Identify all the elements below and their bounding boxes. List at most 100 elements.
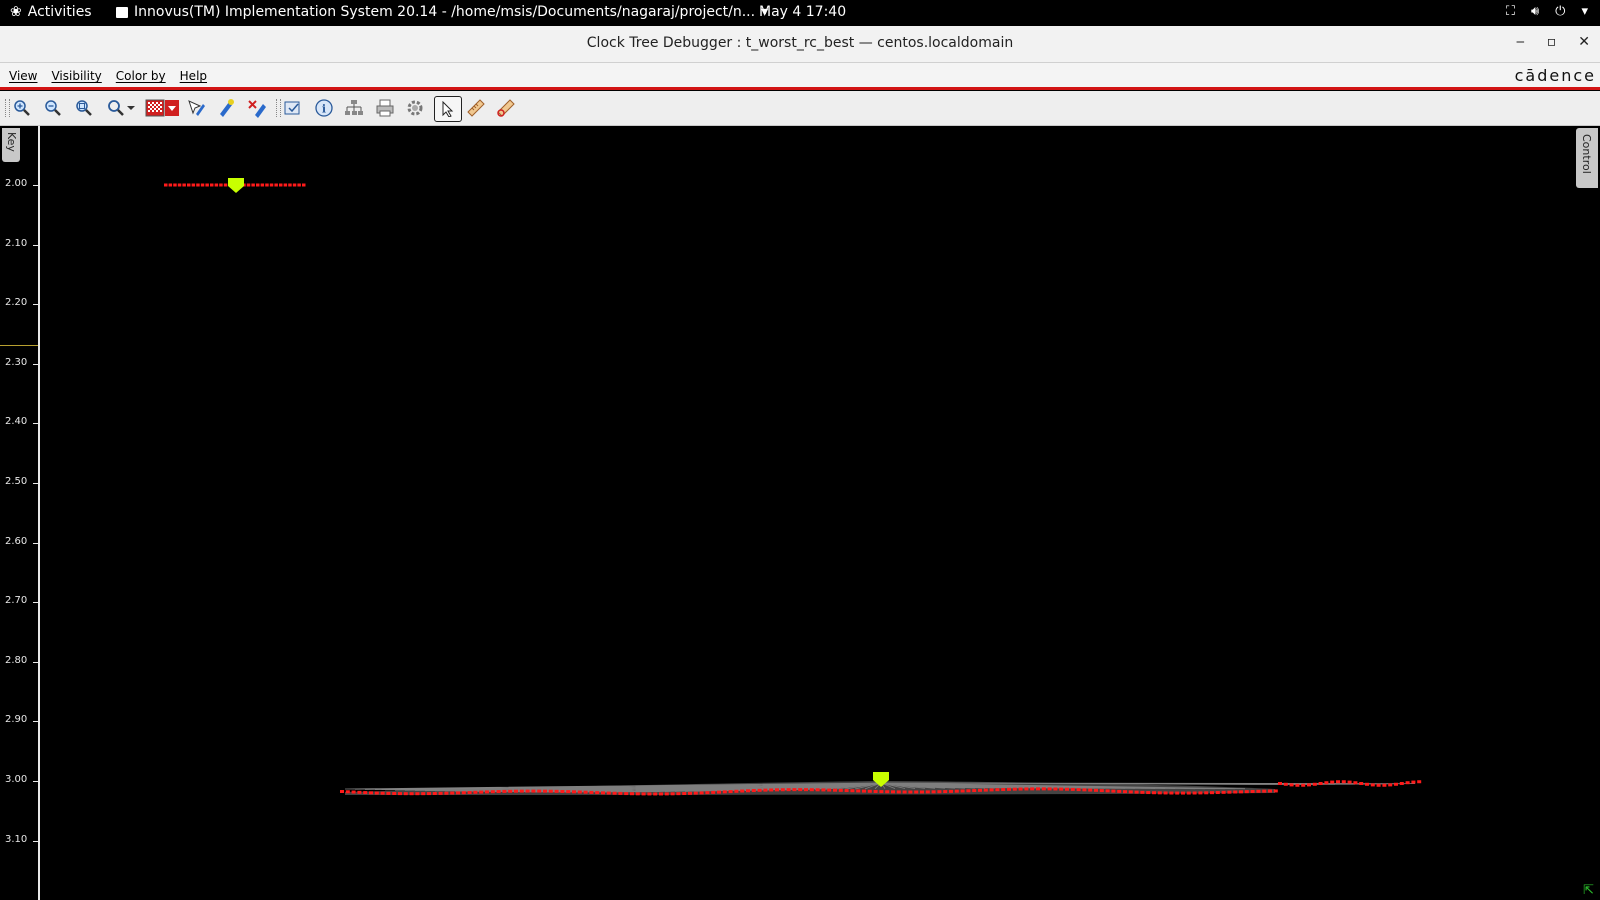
sink-point — [902, 790, 907, 794]
sink-point — [775, 788, 779, 792]
sink-point — [601, 791, 605, 795]
sink-point — [908, 790, 913, 794]
sink-point — [1047, 787, 1052, 791]
sink-point — [1388, 783, 1393, 787]
sink-point — [508, 789, 513, 793]
sink-point — [815, 788, 820, 792]
sink-point — [205, 183, 209, 187]
sink-point — [1283, 782, 1288, 786]
sink-point — [809, 788, 814, 792]
sink-point — [1157, 791, 1162, 795]
clock-tree-plot[interactable] — [40, 126, 1576, 900]
minimize-button[interactable]: ‒ — [1516, 34, 1525, 50]
sink-point — [297, 183, 301, 187]
sink-point — [432, 791, 437, 795]
pointer-icon[interactable] — [434, 96, 462, 122]
resize-corner-icon[interactable]: ⇱ — [1583, 884, 1597, 898]
sink-point — [288, 183, 292, 187]
refresh-icon[interactable] — [106, 98, 126, 118]
y-tick-label: 2.70 — [5, 595, 28, 607]
sink-point — [1076, 788, 1081, 792]
toolbar: i — [0, 91, 1600, 126]
sink-point — [838, 788, 843, 792]
info-icon[interactable]: i — [314, 98, 334, 118]
highlight-icon[interactable] — [186, 98, 206, 118]
sink-point — [177, 183, 182, 187]
sink-point — [525, 789, 530, 793]
sink-point — [519, 789, 524, 793]
sink-point — [566, 790, 571, 794]
sink-point — [260, 183, 265, 187]
sink-point — [792, 788, 797, 792]
sink-point — [856, 789, 861, 793]
sink-point — [251, 183, 255, 187]
close-button[interactable]: ✕ — [1578, 34, 1590, 50]
settings-icon[interactable] — [405, 98, 425, 118]
menu-color-by[interactable]: Color by — [116, 69, 166, 83]
zoom-in-icon[interactable] — [12, 98, 32, 118]
print-icon[interactable] — [375, 98, 395, 118]
chevron-down-icon: ▾ — [1581, 4, 1588, 19]
hierarchy-icon[interactable] — [344, 98, 364, 118]
sink-point — [1036, 787, 1040, 791]
sink-point — [1318, 781, 1323, 785]
sink-point — [1307, 783, 1311, 787]
sink-point — [786, 788, 791, 792]
y-axis-marker — [0, 345, 38, 346]
sink-point — [1227, 790, 1232, 794]
menu-help[interactable]: Help — [180, 69, 207, 83]
key-tab-label: Key — [5, 132, 18, 152]
menu-view[interactable]: View — [9, 69, 37, 83]
sink-point — [821, 788, 826, 792]
control-tab[interactable]: Control — [1576, 128, 1598, 188]
sink-point — [1094, 788, 1098, 792]
measure-icon[interactable] — [496, 98, 516, 118]
sink-point — [1146, 791, 1151, 795]
color-pattern-icon[interactable] — [145, 98, 181, 118]
y-tick-mark — [33, 840, 38, 842]
key-tab[interactable]: Key — [2, 128, 20, 162]
y-tick-mark — [33, 483, 38, 484]
app-menu[interactable]: Innovus(TM) Implementation System 20.14 … — [116, 4, 768, 20]
sink-point — [292, 183, 297, 187]
sink-point — [1341, 780, 1346, 784]
sink-point — [595, 791, 600, 795]
sink-point — [635, 792, 640, 796]
sink-point — [456, 791, 460, 795]
sink-point — [827, 788, 832, 792]
sink-point — [896, 790, 901, 794]
activities-button[interactable]: ❀ Activities — [10, 4, 92, 20]
sink-point — [191, 183, 196, 187]
y-tick-mark — [33, 185, 38, 186]
sink-point — [606, 791, 611, 795]
y-tick-mark — [33, 363, 38, 365]
sink-point — [1198, 791, 1203, 795]
sink-point — [490, 790, 495, 794]
sink-point — [746, 789, 750, 793]
sink-point — [862, 789, 866, 793]
activities-label: Activities — [27, 4, 92, 20]
sink-point — [187, 183, 191, 187]
sink-point — [925, 790, 930, 794]
menu-visibility[interactable]: Visibility — [51, 69, 101, 83]
ruler-icon[interactable] — [466, 98, 486, 118]
sink-point — [1169, 791, 1174, 795]
select-window-icon[interactable] — [283, 98, 303, 118]
zoom-fit-icon[interactable] — [74, 98, 94, 118]
clear-highlight-icon[interactable] — [247, 98, 267, 118]
sink-point — [1111, 789, 1116, 793]
sink-point — [1117, 789, 1122, 793]
system-tray[interactable]: ⛶ 🔊︎ ⏻ ▾ — [1506, 4, 1588, 19]
chevron-down-icon[interactable] — [126, 98, 136, 118]
zoom-out-icon[interactable] — [43, 98, 63, 118]
sink-point — [403, 792, 408, 796]
maximize-button[interactable]: ▫ — [1547, 34, 1557, 50]
sink-point — [219, 183, 223, 187]
dehighlight-icon[interactable] — [216, 98, 236, 118]
clock[interactable]: May 4 17:40 — [759, 4, 846, 20]
sink-point — [164, 183, 168, 187]
cadence-logo: cādence — [1514, 66, 1596, 85]
sink-point — [920, 790, 924, 794]
sink-point — [200, 183, 205, 187]
system-top-bar: ❀ Activities Innovus(TM) Implementation … — [0, 0, 1600, 26]
